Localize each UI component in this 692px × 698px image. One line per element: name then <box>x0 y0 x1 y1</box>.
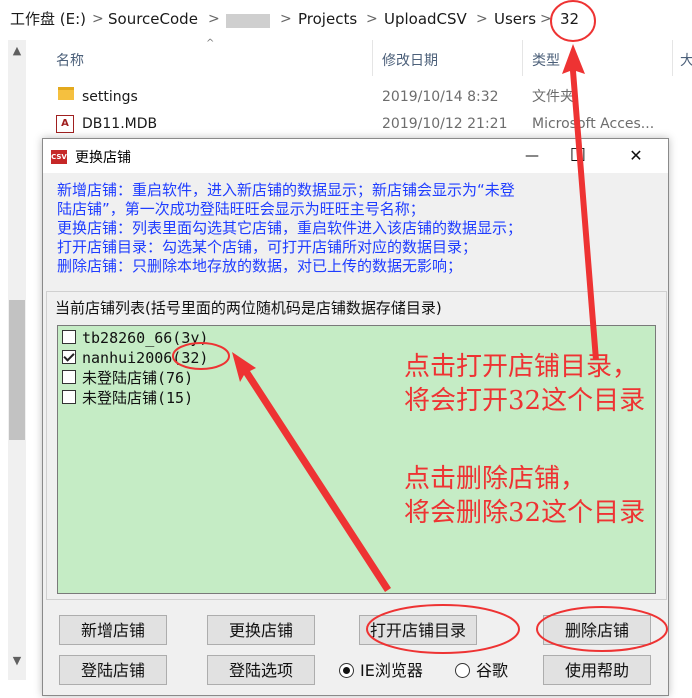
app-icon: CSV <box>51 150 67 164</box>
breadcrumb-drive[interactable]: 工作盘 (E:) <box>10 4 86 34</box>
file-name: DB11.MDB <box>82 116 158 132</box>
delete-store-button[interactable]: 删除店铺 <box>543 615 651 645</box>
annotation-delete-note: 点击删除店铺， 将会删除32这个目录 <box>404 462 645 530</box>
store-checkbox[interactable] <box>62 330 76 344</box>
dialog-title: 更换店铺 <box>75 150 131 166</box>
breadcrumb-current-folder[interactable]: 32 <box>560 4 579 34</box>
breadcrumb-separator: > <box>208 11 220 27</box>
instruction-line: 新增店铺：重启软件，进入新店铺的数据显示；新店铺会显示为“未登 <box>57 181 515 199</box>
login-store-button[interactable]: 登陆店铺 <box>59 655 167 685</box>
access-db-icon: A <box>56 115 74 133</box>
radio-label: IE浏览器 <box>360 661 423 680</box>
store-item[interactable]: nanhui2006(32) <box>62 348 208 368</box>
column-header-type[interactable]: 类型 <box>532 50 560 70</box>
annotation-line: 点击删除店铺， <box>404 464 587 494</box>
maximize-button[interactable]: ☐ <box>555 141 601 171</box>
store-item[interactable]: 未登陆店铺(15) <box>62 388 193 408</box>
store-label: tb28260_66(3y) <box>82 329 209 347</box>
instructions-text: 新增店铺：重启软件，进入新店铺的数据显示；新店铺会显示为“未登 陆店铺”，第一次… <box>57 181 657 276</box>
help-button[interactable]: 使用帮助 <box>543 655 651 685</box>
file-type: Microsoft Acces... <box>532 116 655 132</box>
store-label: 未登陆店铺(76) <box>82 369 194 387</box>
scroll-down-icon[interactable]: ▼ <box>10 654 24 668</box>
sort-ascending-icon: ^ <box>206 38 215 49</box>
annotation-line: 点击打开店铺目录， <box>404 352 639 382</box>
open-store-dir-button[interactable]: 打开店铺目录 <box>359 615 477 645</box>
store-checkbox[interactable] <box>62 350 76 364</box>
store-label: nanhui2006(32) <box>82 349 209 367</box>
close-button[interactable]: ✕ <box>613 141 659 171</box>
folder-icon <box>58 87 74 100</box>
radio-label: 谷歌 <box>476 661 509 680</box>
breadcrumb-users[interactable]: Users <box>494 4 536 34</box>
store-item[interactable]: 未登陆店铺(76) <box>62 368 193 388</box>
store-list-label: 当前店铺列表(括号里面的两位随机码是店铺数据存储目录) <box>55 299 442 317</box>
dialog-titlebar[interactable]: CSV 更换店铺 — ☐ ✕ <box>43 139 668 173</box>
column-divider[interactable] <box>672 40 673 76</box>
ie-browser-radio[interactable]: IE浏览器 <box>339 659 423 683</box>
column-header-name[interactable]: 名称 <box>56 50 84 70</box>
store-item[interactable]: tb28260_66(3y) <box>62 328 208 348</box>
breadcrumb-redacted[interactable] <box>226 14 270 28</box>
breadcrumb-separator: > <box>366 11 378 27</box>
file-type: 文件夹 <box>532 89 574 105</box>
instruction-line: 陆店铺”，第一次成功登陆旺旺会显示为旺旺主号名称； <box>57 200 425 218</box>
minimize-button[interactable]: — <box>509 141 555 171</box>
column-header-date[interactable]: 修改日期 <box>382 50 438 70</box>
breadcrumb-separator: > <box>92 11 104 27</box>
radio-dot <box>339 663 354 678</box>
radio-dot <box>455 663 470 678</box>
add-store-button[interactable]: 新增店铺 <box>59 615 167 645</box>
breadcrumb-projects[interactable]: Projects <box>298 4 357 34</box>
column-divider[interactable] <box>372 40 373 76</box>
instruction-line: 打开店铺目录：勾选某个店铺，可打开店铺所对应的数据目录； <box>57 238 478 256</box>
scroll-up-icon[interactable]: ▲ <box>10 44 24 58</box>
store-checkbox[interactable] <box>62 370 76 384</box>
annotation-line: 将会删除32这个目录 <box>404 498 646 528</box>
breadcrumb-separator: > <box>476 11 488 27</box>
file-date: 2019/10/14 8:32 <box>382 89 499 105</box>
annotation-open-note: 点击打开店铺目录， 将会打开32这个目录 <box>404 350 645 418</box>
breadcrumb-uploadcsv[interactable]: UploadCSV <box>384 4 467 34</box>
store-label: 未登陆店铺(15) <box>82 389 194 407</box>
login-options-button[interactable]: 登陆选项 <box>207 655 315 685</box>
instruction-line: 更换店铺：列表里面勾选其它店铺，重启软件进入该店铺的数据显示； <box>57 219 523 237</box>
instruction-line: 删除店铺：只删除本地存放的数据，对已上传的数据无影响； <box>57 257 463 275</box>
file-name: settings <box>82 89 138 105</box>
annotation-line: 将会打开32这个目录 <box>404 386 646 416</box>
chrome-browser-radio[interactable]: 谷歌 <box>455 659 508 683</box>
switch-store-button[interactable]: 更换店铺 <box>207 615 315 645</box>
column-header-overflow: 大 <box>680 53 692 69</box>
file-date: 2019/10/12 21:21 <box>382 116 508 132</box>
scrollbar-thumb[interactable] <box>9 300 25 440</box>
breadcrumb-separator: > <box>540 11 552 27</box>
breadcrumb-separator: > <box>280 11 292 27</box>
breadcrumb-sourcecode[interactable]: SourceCode <box>108 4 198 34</box>
column-divider[interactable] <box>522 40 523 76</box>
store-checkbox[interactable] <box>62 390 76 404</box>
